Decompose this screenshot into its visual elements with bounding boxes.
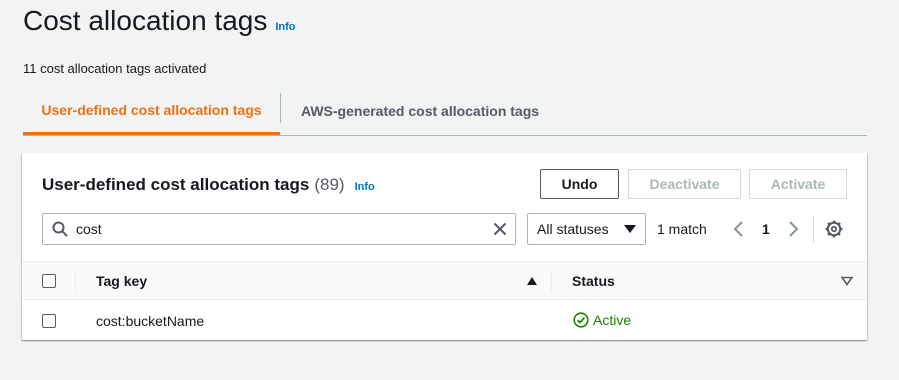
page-number[interactable]: 1	[762, 221, 770, 237]
caret-down-icon	[624, 225, 636, 233]
panel-header: User-defined cost allocation tags (89) I…	[42, 175, 375, 195]
tags-table-panel: User-defined cost allocation tags (89) I…	[22, 153, 867, 340]
panel-title: User-defined cost allocation tags	[42, 175, 310, 194]
undo-button[interactable]: Undo	[540, 169, 619, 199]
gear-icon[interactable]	[824, 219, 844, 239]
tab-aws-generated[interactable]: AWS-generated cost allocation tags	[301, 88, 539, 134]
deactivate-button[interactable]: Deactivate	[628, 169, 741, 199]
search-icon	[52, 221, 68, 237]
sort-ascending-icon[interactable]	[527, 277, 537, 285]
table-row: cost:bucketName Active	[22, 300, 867, 340]
page-title: Cost allocation tags	[23, 5, 268, 36]
status-filter-value: All statuses	[537, 221, 609, 237]
chevron-left-icon[interactable]	[732, 220, 746, 238]
search-value[interactable]: cost	[76, 221, 493, 237]
close-icon[interactable]	[493, 222, 507, 236]
panel-count: (89)	[314, 175, 345, 194]
column-divider	[75, 272, 76, 292]
chevron-right-icon[interactable]	[786, 220, 800, 238]
row-checkbox[interactable]	[42, 314, 56, 328]
status-badge: Active	[573, 312, 631, 328]
page-header: Cost allocation tags Info	[23, 2, 296, 40]
panel-info-link[interactable]: Info	[355, 181, 375, 193]
activated-count-text: 11 cost allocation tags activated	[23, 61, 207, 76]
pagination-divider	[813, 215, 814, 243]
tab-user-defined[interactable]: User-defined cost allocation tags	[23, 88, 280, 135]
page-info-link[interactable]: Info	[275, 21, 295, 33]
select-all-checkbox[interactable]	[42, 274, 56, 288]
tab-divider	[280, 93, 281, 123]
status-filter-select[interactable]: All statuses	[527, 213, 646, 245]
activate-button[interactable]: Activate	[749, 169, 847, 199]
sort-descending-icon[interactable]	[841, 276, 853, 286]
status-text: Active	[593, 312, 632, 328]
column-divider	[551, 272, 552, 292]
tab-list: User-defined cost allocation tags AWS-ge…	[23, 88, 867, 136]
search-input[interactable]: cost	[42, 213, 516, 245]
table-header: Tag key Status	[22, 261, 867, 300]
column-header-tag-key[interactable]: Tag key	[96, 273, 147, 289]
match-count: 1 match	[657, 221, 707, 237]
column-header-status[interactable]: Status	[572, 273, 615, 289]
check-circle-icon	[573, 312, 589, 328]
tag-key-cell: cost:bucketName	[96, 313, 205, 329]
